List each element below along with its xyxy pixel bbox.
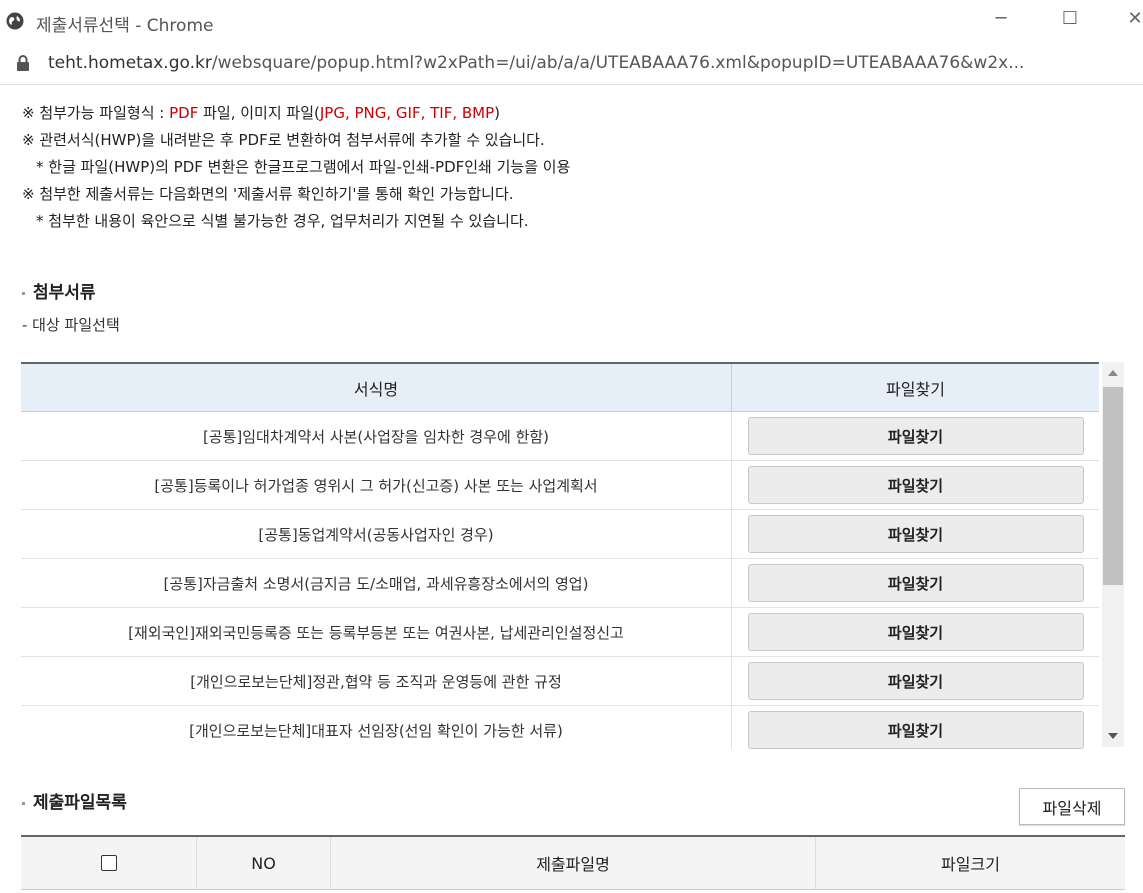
table-row: [공통]자금출처 소명서(금지금 도/소매업, 과세유흥장소에서의 영업) 파일… [21, 559, 1099, 608]
table-row: [재외국인]재외국민등록증 또는 등록부등본 또는 여권사본, 납세관리인설정신… [21, 608, 1099, 657]
notice-formats-mid: 파일, 이미지 파일( [198, 104, 320, 122]
notice-confirm: ※ 첨부한 제출서류는 다음화면의 '제출서류 확인하기'를 통해 확인 가능합… [22, 185, 514, 203]
select-all-checkbox[interactable] [100, 855, 117, 871]
find-file-button[interactable]: 파일찾기 [747, 466, 1084, 504]
scroll-down-arrow-icon[interactable] [1108, 733, 1118, 739]
find-file-button[interactable]: 파일찾기 [747, 711, 1084, 749]
table-row: [공통]동업계약서(공동사업자인 경우) 파일찾기 [21, 510, 1099, 559]
attach-table-scrollbar[interactable] [1102, 362, 1124, 747]
table-row: [개인으로보는단체]대표자 선임장(선임 확인이 가능한 서류) 파일찾기 [21, 706, 1099, 749]
table-row: [공통]등록이나 허가업종 영위시 그 허가(신고증) 사본 또는 사업계획서 … [21, 461, 1099, 510]
close-button[interactable]: ✕ [1120, 8, 1143, 29]
table-row: [개인으로보는단체]정관,협약 등 조직과 운영등에 관한 규정 파일찾기 [21, 657, 1099, 706]
attach-table: 서식명 파일찾기 [공통]임대차계약서 사본(사업장을 임차한 경우에 한함) … [21, 362, 1099, 749]
lock-icon [17, 55, 29, 71]
form-name: [공통]동업계약서(공동사업자인 경우) [21, 510, 732, 558]
maximize-button[interactable]: ☐ [1055, 8, 1085, 29]
form-name: [재외국인]재외국민등록증 또는 등록부등본 또는 여권사본, 납세관리인설정신… [21, 608, 732, 656]
url-host: teht.hometax.go.kr [48, 53, 212, 73]
col-header-file-size: 파일크기 [941, 855, 1000, 874]
table-row: [공통]임대차계약서 사본(사업장을 임차한 경우에 한함) 파일찾기 [21, 412, 1099, 461]
attach-subtitle: - 대상 파일선택 [22, 316, 120, 334]
notice-formats: ※ 첨부가능 파일형식 : PDF 파일, 이미지 파일(JPG, PNG, G… [22, 100, 570, 127]
notice-hwp: ※ 관련서식(HWP)을 내려받은 후 PDF로 변환하여 첨부서류에 추가할 … [22, 131, 545, 149]
col-header-find-file: 파일찾기 [886, 379, 945, 399]
notice-pdf: PDF [169, 104, 199, 122]
col-header-no: NO [197, 837, 331, 889]
url-text: teht.hometax.go.kr/websquare/popup.html?… [48, 53, 1138, 73]
attach-table-header: 서식명 파일찾기 [21, 364, 1099, 412]
bullet-icon [22, 291, 25, 295]
col-header-form-name: 서식명 [21, 364, 732, 411]
col-header-file-name: 제출파일명 [331, 837, 816, 889]
scroll-up-arrow-icon[interactable] [1108, 370, 1118, 376]
notice-hwp-detail: * 한글 파일(HWP)의 PDF 변환은 한글프로그램에서 파일-인쇄-PDF… [36, 158, 571, 176]
find-file-button[interactable]: 파일찾기 [747, 613, 1084, 651]
find-file-button[interactable]: 파일찾기 [747, 417, 1084, 455]
find-file-button[interactable]: 파일찾기 [747, 564, 1084, 602]
globe-icon [6, 12, 24, 30]
address-bar[interactable]: teht.hometax.go.kr/websquare/popup.html?… [0, 44, 1143, 85]
submit-section-title: 제출파일목록 [22, 788, 127, 813]
notice-list: ※ 첨부가능 파일형식 : PDF 파일, 이미지 파일(JPG, PNG, G… [22, 100, 570, 235]
window-title: 제출서류선택 - Chrome [36, 16, 214, 36]
attach-title-text: 첨부서류 [33, 283, 96, 303]
form-name: [개인으로보는단체]정관,협약 등 조직과 운영등에 관한 규정 [21, 657, 732, 705]
submit-title-text: 제출파일목록 [33, 793, 127, 813]
minimize-button[interactable]: ─ [986, 8, 1016, 29]
form-name: [개인으로보는단체]대표자 선임장(선임 확인이 가능한 서류) [21, 706, 732, 749]
delete-file-button[interactable]: 파일삭제 [1019, 788, 1125, 825]
bullet-icon [22, 801, 25, 805]
window-titlebar: 제출서류선택 - Chrome ─ ☐ ✕ [0, 0, 1143, 44]
url-path: /websquare/popup.html?w2xPath=/ui/ab/a/a… [211, 53, 1025, 73]
notice-image-formats: JPG, PNG, GIF, TIF, BMP [319, 104, 495, 122]
form-name: [공통]자금출처 소명서(금지금 도/소매업, 과세유흥장소에서의 영업) [21, 559, 732, 607]
form-name: [공통]등록이나 허가업종 영위시 그 허가(신고증) 사본 또는 사업계획서 [21, 461, 732, 509]
notice-delay: * 첨부한 내용이 육안으로 식별 불가능한 경우, 업무처리가 지연될 수 있… [36, 212, 529, 230]
scroll-thumb[interactable] [1103, 387, 1123, 585]
attach-section-title: 첨부서류 [22, 278, 96, 303]
find-file-button[interactable]: 파일찾기 [747, 515, 1084, 553]
form-name: [공통]임대차계약서 사본(사업장을 임차한 경우에 한함) [21, 412, 732, 460]
find-file-button[interactable]: 파일찾기 [747, 662, 1084, 700]
notice-formats-suffix: ) [494, 104, 501, 122]
notice-formats-prefix: ※ 첨부가능 파일형식 : [22, 104, 170, 122]
col-header-select-all [21, 837, 197, 889]
submit-table-header: NO 제출파일명 파일크기 [21, 835, 1125, 890]
